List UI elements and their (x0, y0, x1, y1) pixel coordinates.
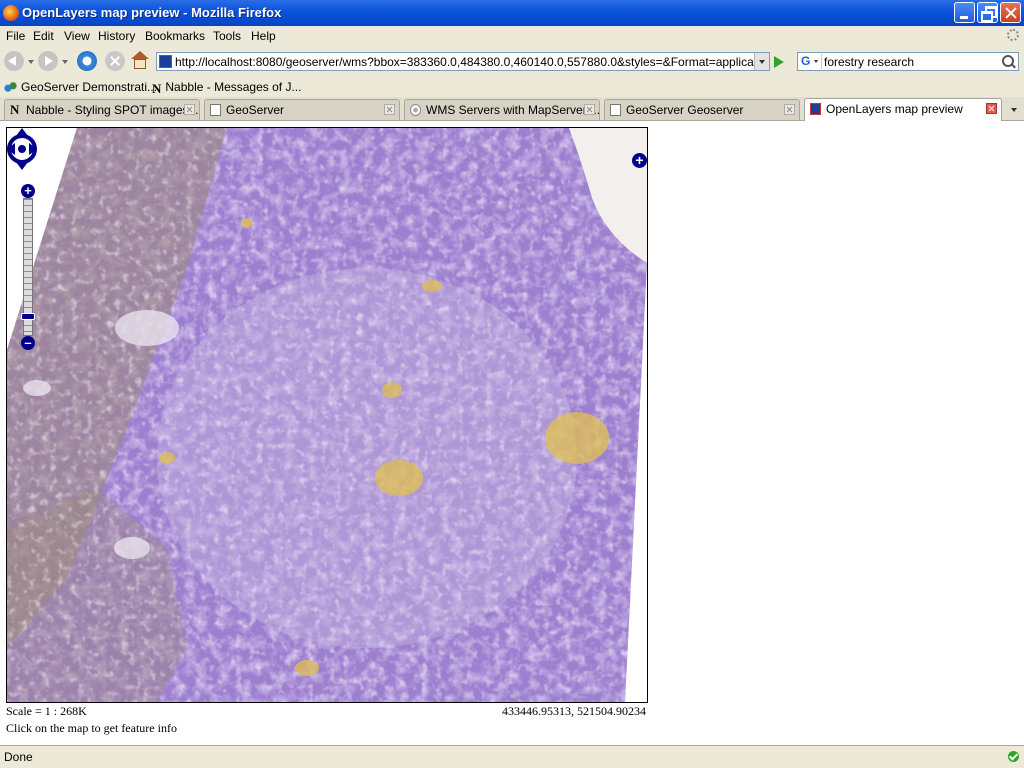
bookmark-label: Nabble - Messages of J... (165, 80, 302, 94)
map-viewport[interactable]: + – + (6, 127, 648, 703)
layer-switcher-button[interactable]: + (632, 153, 647, 168)
tab-close-icon[interactable] (784, 104, 795, 115)
zoom-in-button[interactable]: + (21, 184, 35, 198)
mouse-coordinates: 433446.95313, 521504.90234 (502, 704, 646, 718)
back-history-dropdown-icon[interactable] (28, 60, 34, 67)
bookmarks-toolbar: GeoServer Demonstrati... N Nabble - Messa… (0, 78, 1024, 97)
tab-label: OpenLayers map preview (826, 102, 963, 116)
zoom-out-button[interactable]: – (21, 336, 35, 350)
openlayers-icon (810, 103, 821, 115)
menu-file[interactable]: File (6, 29, 25, 43)
back-button[interactable] (4, 51, 24, 71)
stop-button[interactable] (105, 51, 125, 71)
close-icon (1001, 3, 1020, 22)
feature-info-hint: Click on the map to get feature info (6, 721, 177, 735)
url-history-dropdown[interactable] (754, 53, 769, 70)
search-input[interactable] (824, 53, 994, 70)
site-favicon-icon (159, 55, 172, 68)
tab-close-icon[interactable] (584, 104, 595, 115)
status-bar: Done (0, 745, 1024, 768)
menu-bookmarks[interactable]: Bookmarks (145, 29, 205, 43)
tab-nabble-styling[interactable]: N Nabble - Styling SPOT images ... (4, 99, 200, 120)
menu-help[interactable]: Help (251, 29, 276, 43)
zoom-slider-handle[interactable] (21, 313, 35, 321)
bookmark-nabble-messages[interactable]: N Nabble - Messages of J... (152, 80, 301, 97)
tab-close-icon[interactable] (184, 104, 195, 115)
forward-button[interactable] (38, 51, 58, 71)
menu-tools[interactable]: Tools (213, 29, 241, 43)
scale-readout: Scale = 1 : 268K (6, 704, 87, 718)
restore-button[interactable] (977, 2, 998, 23)
tab-label: Nabble - Styling SPOT images ... (26, 103, 200, 117)
tab-openlayers-preview[interactable]: OpenLayers map preview (804, 98, 1002, 121)
title-bar: OpenLayers map preview - Mozilla Firefox (0, 0, 1024, 26)
reload-button[interactable] (77, 51, 97, 71)
page-icon (210, 104, 221, 116)
menu-view[interactable]: View (64, 29, 90, 43)
tab-geoserver-geoserver[interactable]: GeoServer Geoserver (604, 99, 800, 120)
go-button[interactable] (774, 56, 784, 68)
throbber-icon (1007, 29, 1019, 41)
menu-edit[interactable]: Edit (33, 29, 54, 43)
status-text: Done (4, 750, 33, 764)
tab-close-icon[interactable] (384, 104, 395, 115)
tab-label: GeoServer Geoserver (626, 103, 744, 117)
firefox-icon (3, 5, 19, 21)
window-title: OpenLayers map preview - Mozilla Firefox (22, 5, 282, 20)
bookmark-label: GeoServer Demonstrati... (21, 80, 158, 94)
tab-label: WMS Servers with MapServer ... (426, 103, 600, 117)
pan-down-icon (16, 162, 28, 170)
bookmark-geoserver-demo[interactable]: GeoServer Demonstrati... (4, 80, 157, 94)
search-bar[interactable]: G (797, 52, 1019, 71)
pan-control[interactable] (7, 128, 37, 170)
search-engine-selector[interactable]: G (799, 54, 822, 69)
wms-icon (410, 104, 421, 116)
menu-bar: File Edit View History Bookmarks Tools H… (0, 26, 1024, 46)
satellite-imagery (7, 128, 647, 702)
pan-up-icon (16, 128, 28, 136)
page-content: + – + Scale = 1 : 268K 433446.95313, 521… (0, 121, 1024, 745)
close-window-button[interactable] (1000, 2, 1021, 23)
zoom-bar: + – (21, 184, 35, 350)
status-ok-icon (1008, 751, 1019, 762)
tab-list-dropdown[interactable] (1008, 99, 1022, 119)
navigation-toolbar: G (0, 46, 1024, 78)
tab-strip: N Nabble - Styling SPOT images ... GeoSe… (0, 97, 1024, 121)
geoserver-icon (4, 81, 17, 93)
page-icon (610, 104, 621, 116)
minimize-icon (955, 3, 974, 22)
tab-wms-servers[interactable]: WMS Servers with MapServer ... (404, 99, 600, 120)
nabble-icon: N (152, 81, 162, 96)
url-input[interactable] (175, 53, 759, 70)
minimize-button[interactable] (954, 2, 975, 23)
tab-geoserver[interactable]: GeoServer (204, 99, 400, 120)
menu-history[interactable]: History (98, 29, 135, 43)
nabble-icon: N (10, 102, 20, 117)
restore-icon (978, 3, 997, 22)
tab-label: GeoServer (226, 103, 285, 117)
home-button[interactable] (130, 51, 150, 71)
forward-history-dropdown-icon[interactable] (62, 60, 68, 67)
address-bar[interactable] (156, 52, 770, 71)
tab-close-icon[interactable] (986, 103, 997, 114)
search-icon[interactable] (1002, 55, 1014, 67)
google-icon: G (801, 54, 811, 68)
